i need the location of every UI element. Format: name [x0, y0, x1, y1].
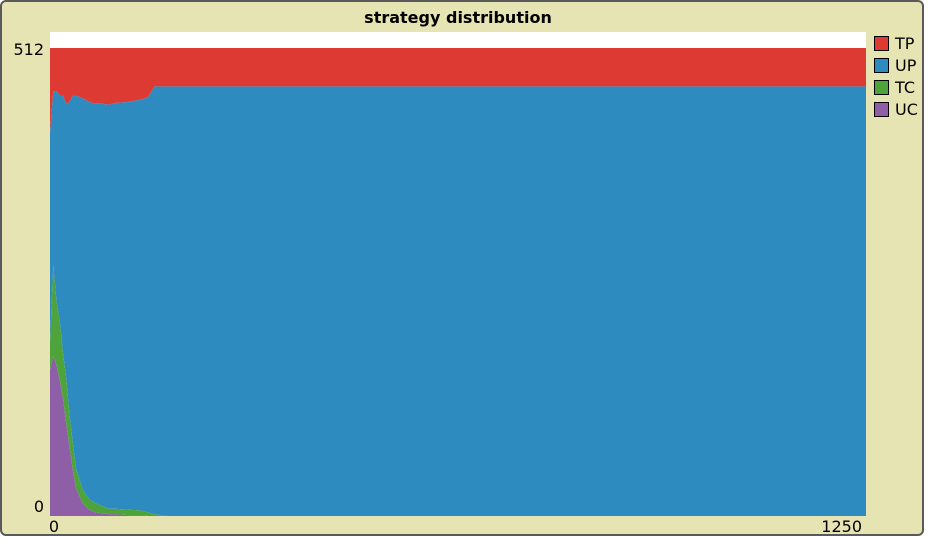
y-tick-label-min: 0 — [33, 497, 44, 516]
legend-label-uc: UC — [895, 99, 918, 119]
x-tick-label-max: 1250 — [821, 517, 862, 536]
area-series-up — [50, 86, 866, 516]
y-tick-label-max: 512 — [13, 40, 44, 59]
plot-window: strategy distribution 512 0 0 1250 TP UP T… — [0, 0, 924, 536]
chart-title: strategy distribution — [364, 8, 552, 27]
x-tick-label-min: 0 — [48, 517, 60, 536]
legend-item-tp: TP — [874, 32, 918, 54]
legend-swatch-uc — [874, 101, 889, 117]
legend: TP UP TC UC — [874, 32, 918, 120]
legend-item-up: UP — [874, 54, 918, 76]
legend-swatch-tc — [874, 79, 889, 95]
legend-item-tc: TC — [874, 76, 918, 98]
legend-swatch-up — [874, 57, 889, 73]
stacked-area-chart — [50, 48, 866, 516]
legend-item-uc: UC — [874, 98, 918, 120]
plot-area — [50, 32, 866, 516]
legend-label-up: UP — [895, 55, 917, 75]
legend-swatch-tp — [874, 35, 889, 51]
legend-label-tp: TP — [895, 33, 915, 53]
legend-label-tc: TC — [895, 77, 916, 97]
